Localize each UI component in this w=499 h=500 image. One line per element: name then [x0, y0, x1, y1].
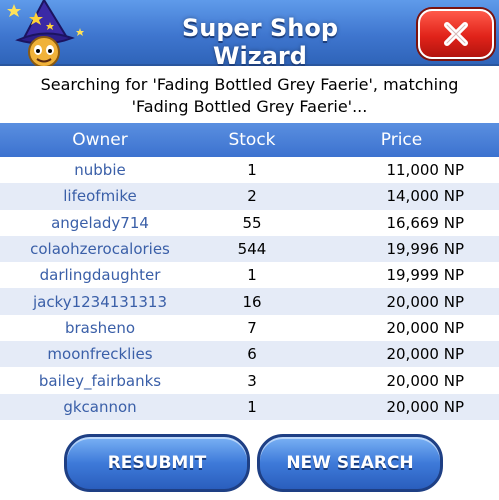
price-cell: 20,000 NP: [386, 318, 464, 337]
table-row: darlingdaughter 1 19,999 NP: [0, 262, 499, 289]
owner-link[interactable]: colaohzerocalories: [0, 240, 200, 258]
table-row: gkcannon 1 20,000 NP: [0, 393, 499, 420]
owner-link[interactable]: lifeofmike: [0, 187, 200, 205]
table-row: lifeofmike 2 14,000 NP: [0, 183, 499, 210]
stock-cell: 544: [237, 240, 267, 259]
table-row: brasheno 7 20,000 NP: [0, 314, 499, 342]
stock-cell: 6: [247, 345, 257, 364]
price-cell: 19,999 NP: [386, 266, 464, 285]
window-title: Super Shop Wizard: [181, 14, 339, 70]
table-row: moonfrecklies 6 20,000 NP: [0, 341, 499, 368]
close-button[interactable]: [418, 9, 494, 59]
stock-cell: 3: [247, 371, 257, 390]
table-row: jacky1234131313 16 20,000 NP: [0, 288, 499, 315]
column-header-price: Price: [380, 130, 423, 150]
new-search-button[interactable]: NEW SEARCH: [257, 434, 443, 492]
window-header: Super Shop Wizard: [0, 0, 499, 70]
table-row: colaohzerocalories 544 19,996 NP: [0, 235, 499, 263]
price-cell: 20,000 NP: [386, 371, 464, 390]
owner-link[interactable]: moonfrecklies: [0, 345, 200, 363]
close-icon: [444, 22, 468, 46]
price-cell: 19,996 NP: [386, 240, 464, 259]
owner-link[interactable]: jacky1234131313: [0, 293, 200, 311]
price-cell: 20,000 NP: [386, 345, 464, 364]
search-status-message: Searching for 'Fading Bottled Grey Faeri…: [40, 75, 459, 116]
stock-cell: 16: [242, 292, 262, 311]
stock-cell: 1: [247, 161, 257, 180]
price-cell: 20,000 NP: [386, 292, 464, 311]
price-cell: 16,669 NP: [386, 213, 464, 232]
results-table: Owner Stock Price nubbie 1 11,000 NP lif…: [0, 123, 499, 420]
stock-cell: 7: [247, 318, 257, 337]
table-row: bailey_fairbanks 3 20,000 NP: [0, 367, 499, 394]
resubmit-button[interactable]: RESUBMIT: [64, 434, 250, 492]
owner-link[interactable]: brasheno: [0, 319, 200, 337]
stock-cell: 2: [247, 187, 257, 206]
owner-link[interactable]: darlingdaughter: [0, 266, 200, 284]
owner-link[interactable]: gkcannon: [0, 398, 200, 416]
button-bar: RESUBMIT NEW SEARCH: [0, 426, 499, 500]
column-header-owner: Owner: [72, 130, 128, 150]
stock-cell: 1: [247, 266, 257, 285]
stock-cell: 1: [247, 397, 257, 416]
price-cell: 14,000 NP: [386, 187, 464, 206]
owner-link[interactable]: angelady714: [0, 214, 200, 232]
wizard-avatar-icon: [7, 0, 84, 68]
stock-cell: 55: [242, 213, 262, 232]
table-header: Owner Stock Price: [0, 123, 499, 157]
table-row: nubbie 1 11,000 NP: [0, 157, 499, 184]
column-header-stock: Stock: [228, 130, 276, 150]
owner-link[interactable]: nubbie: [0, 161, 200, 179]
owner-link[interactable]: bailey_fairbanks: [0, 372, 200, 390]
table-row: angelady714 55 16,669 NP: [0, 209, 499, 236]
price-cell: 20,000 NP: [386, 397, 464, 416]
price-cell: 11,000 NP: [386, 161, 464, 180]
